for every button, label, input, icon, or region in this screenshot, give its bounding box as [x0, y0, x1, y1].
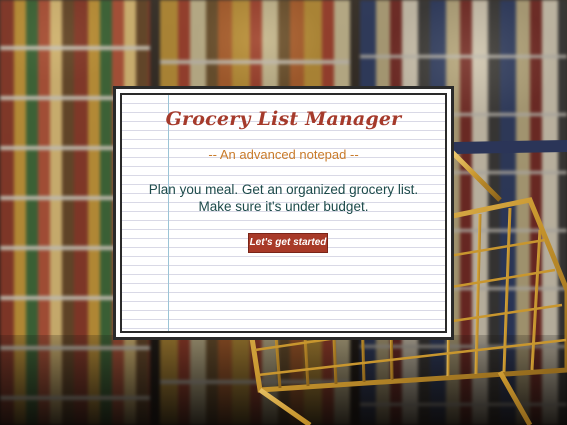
app-subtitle: -- An advanced notepad -- [208, 147, 359, 162]
get-started-button[interactable]: Let's get started [248, 233, 328, 253]
app-tagline: Plan you meal. Get an organized grocery … [148, 182, 419, 214]
lined-paper: Grocery List Manager -- An advanced note… [120, 93, 447, 333]
landing-page: Grocery List Manager -- An advanced note… [0, 0, 567, 425]
app-title: Grocery List Manager [165, 108, 402, 130]
notepad-card: Grocery List Manager -- An advanced note… [113, 86, 454, 340]
